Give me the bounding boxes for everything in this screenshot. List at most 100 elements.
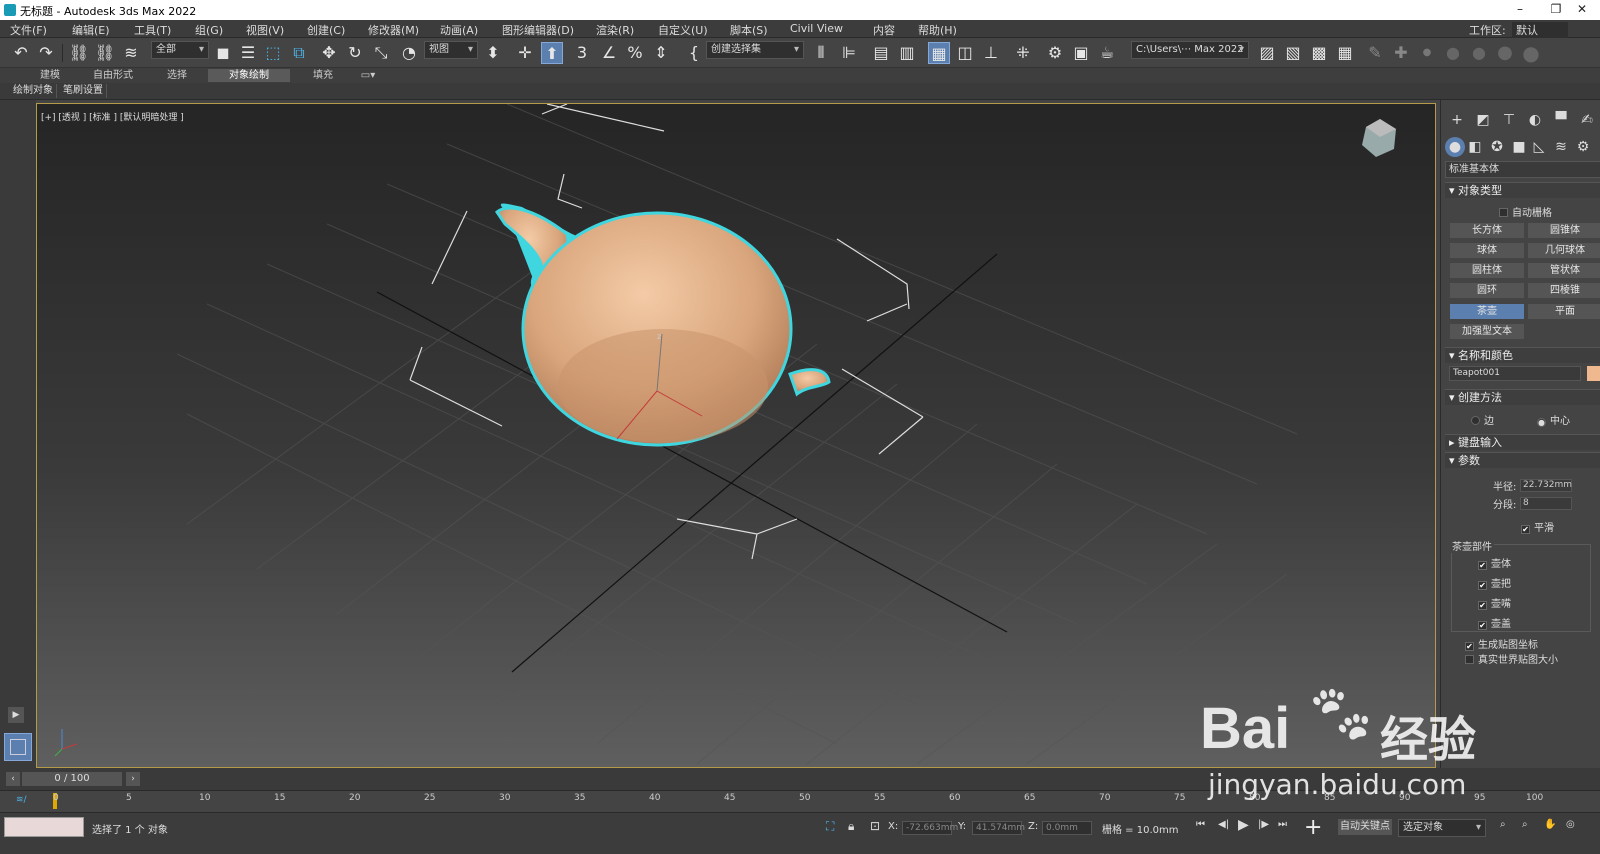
menu-file[interactable]: 文件(F) [10,22,47,38]
geosphere-button[interactable]: 几何球体 [1527,242,1600,259]
next-frame-icon[interactable]: › [126,772,140,786]
space-warps-category-icon[interactable]: ≋ [1551,137,1571,157]
keyboard-shortcut-override-icon[interactable]: ⬆ [541,42,563,64]
selection-filter-dropdown[interactable]: 全部 [151,41,209,59]
systems-category-icon[interactable]: ⚙ [1573,137,1593,157]
cylinder-button[interactable]: 圆柱体 [1449,262,1525,279]
set-key-icon[interactable]: + [1304,815,1322,840]
generate-mapping-checkbox[interactable]: ✔ 生成贴图坐标 [1465,636,1538,651]
radius-spinner[interactable]: 22.732mm [1520,479,1572,492]
zoom-all-icon[interactable]: ⌕ [1522,819,1528,830]
asset-tracking-icon[interactable]: ▧ [1282,42,1304,64]
menu-tools[interactable]: 工具(T) [134,22,171,38]
pan-icon[interactable]: ✋ [1544,819,1556,830]
prev-frame-icon[interactable]: ‹ [6,772,20,786]
workspace-select[interactable]: 默认 [1512,22,1568,38]
dot-icon[interactable]: ● [1416,42,1438,64]
teapot-object[interactable] [494,203,831,447]
creation-method-rollout[interactable]: ▾ 创建方法 [1445,389,1600,405]
reference-coordinate-dropdown[interactable]: 视图 [424,41,478,59]
next-key-icon[interactable]: |▶ [1258,819,1269,830]
geometry-type-dropdown[interactable]: 标准基本体 [1445,161,1600,178]
mirror-icon[interactable]: ⫴ [810,42,832,64]
center-radio[interactable]: ● 中心 [1537,412,1570,427]
maxscript-listener-input[interactable] [4,817,84,837]
menu-rendering[interactable]: 渲染(R) [596,22,634,38]
select-manipulate-icon[interactable]: ✛ [514,42,536,64]
motion-tab-icon[interactable]: ◐ [1525,110,1545,130]
plane-button[interactable]: 平面 [1527,303,1600,320]
ribbon-tab-populate[interactable]: 填充 [296,69,350,82]
teapot-button[interactable]: 茶壶 [1449,303,1525,320]
rendered-frame-window-icon[interactable]: ▣ [1070,42,1092,64]
mini-curve-editor-icon[interactable]: ≋∕ [16,795,27,805]
menu-customize[interactable]: 自定义(U) [658,22,708,38]
minimize-button[interactable]: – [1500,2,1540,18]
pivot-center-icon[interactable]: ⬍ [482,42,504,64]
absolute-mode-icon[interactable]: ⊡ [870,819,880,833]
body-checkbox[interactable]: ✔ 壶体 [1478,555,1511,570]
material-editor-icon[interactable]: ⁜ [1012,42,1034,64]
object-name-input[interactable]: Teapot001 [1449,366,1581,381]
viewcube-icon[interactable] [1362,119,1396,157]
spinner-snap-icon[interactable]: ⇕ [650,42,672,64]
orbit-icon[interactable]: ◎ [1566,819,1575,830]
rotate-icon[interactable]: ↻ [344,42,366,64]
move-icon[interactable]: ✥ [318,42,340,64]
align-icon[interactable]: ⊫ [838,42,860,64]
tube-button[interactable]: 管状体 [1527,262,1600,279]
menu-scripting[interactable]: 脚本(S) [730,22,768,38]
box-button[interactable]: 长方体 [1449,222,1525,239]
window-crossing-icon[interactable]: ⧉ [288,42,310,64]
bind-space-warp-icon[interactable]: ≋ [120,42,142,64]
ribbon-options-icon[interactable]: ▭▾ [356,69,380,82]
spout-checkbox[interactable]: ✔ 壶嘴 [1478,595,1511,610]
smooth-checkbox[interactable]: ✔ 平滑 [1521,519,1554,534]
selection-lock-icon[interactable]: 🔒︎ [848,819,854,834]
undo-icon[interactable]: ↶ [10,42,32,64]
scale-icon[interactable]: ⤡ [370,42,392,64]
layer-explorer-icon[interactable]: ▥ [896,42,918,64]
torus-button[interactable]: 圆环 [1449,282,1525,299]
perspective-viewport[interactable]: z [+] [透视 ] [标准 ] [默认明暗处理 ] [36,103,1436,768]
shapes-category-icon[interactable]: ◧ [1465,137,1485,157]
keyboard-entry-rollout[interactable]: ▸ 键盘输入 [1445,434,1600,450]
edge-radio[interactable]: 边 [1471,412,1494,427]
sphere-button[interactable]: 球体 [1449,242,1525,259]
viewport-layout-tab[interactable] [4,733,32,761]
pyramid-button[interactable]: 四棱锥 [1527,282,1600,299]
utilities-tab-icon[interactable]: ✍ [1577,110,1597,130]
menu-edit[interactable]: 编辑(E) [72,22,110,38]
ribbon-tab-object-paint[interactable]: 对象绘制 [208,69,290,82]
x-coord-field[interactable]: -72.663mm [902,821,958,835]
paint-icon[interactable]: ✎ [1364,42,1386,64]
menu-modifiers[interactable]: 修改器(M) [368,22,419,38]
lid-checkbox[interactable]: ✔ 壶盖 [1478,615,1511,630]
unlink-icon[interactable]: ⛓ [94,42,116,64]
modify-tab-icon[interactable]: ◩ [1473,110,1493,130]
redo-icon[interactable]: ↷ [35,42,57,64]
y-coord-field[interactable]: 41.574mm [972,821,1025,835]
previous-key-icon[interactable]: ◀| [1218,819,1229,830]
goto-start-icon[interactable]: ⏮ [1196,819,1205,830]
circle-xlarge-icon[interactable]: ● [1520,42,1542,64]
content-folder-icon[interactable]: ▩ [1308,42,1330,64]
expand-layout-icon[interactable]: ▶ [8,707,24,723]
render-setup-icon[interactable]: ⚙ [1044,42,1066,64]
object-color-swatch[interactable] [1587,366,1600,381]
ribbon-tab-selection[interactable]: 选择 [150,69,204,82]
display-tab-icon[interactable]: ▀ [1551,110,1571,130]
z-coord-field[interactable]: 0.0mm [1042,821,1092,835]
named-selection-dropdown[interactable]: 创建选择集 [706,41,804,59]
helpers-category-icon[interactable]: ◺ [1529,137,1549,157]
schematic-view-icon[interactable]: ⊥ [980,42,1002,64]
key-filter-dropdown[interactable]: 选定对象 [1398,819,1486,837]
cone-button[interactable]: 圆锥体 [1527,222,1600,239]
circle-small-icon[interactable]: ● [1442,42,1464,64]
angle-snap-icon[interactable]: ∠ [598,42,620,64]
handle-checkbox[interactable]: ✔ 壶把 [1478,575,1511,590]
cameras-category-icon[interactable]: ■ [1509,137,1529,157]
ribbon-tab-freeform[interactable]: 自由形式 [78,69,148,82]
segments-spinner[interactable]: 8 [1520,497,1572,510]
place-icon[interactable]: ◔ [398,42,420,64]
